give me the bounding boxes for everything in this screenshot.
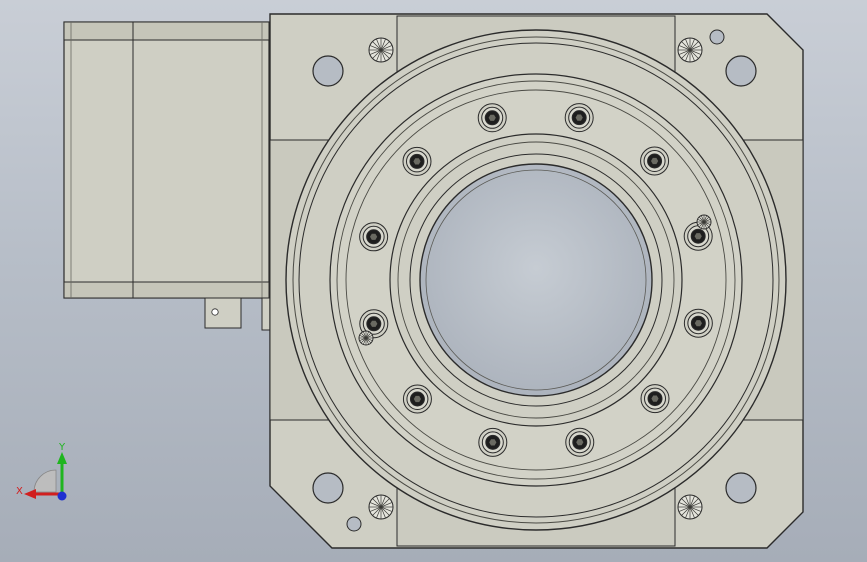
graphics-viewport[interactable]: Y X — [0, 0, 867, 562]
countersunk-screw — [677, 494, 703, 520]
bolt-hole — [683, 308, 713, 338]
countersunk-screw — [368, 494, 394, 520]
bolt-hole — [402, 384, 432, 414]
bolt-hole — [477, 103, 507, 133]
bolt-hole — [402, 146, 432, 176]
countersunk-screw — [696, 214, 712, 230]
bolt-hole — [564, 103, 594, 133]
countersunk-screw — [358, 330, 374, 346]
y-axis-label: Y — [59, 442, 66, 453]
bolt-hole — [478, 427, 508, 457]
servo-motor[interactable] — [63, 21, 271, 331]
triad-plane-icon — [33, 469, 57, 493]
z-axis-dot — [57, 491, 67, 501]
cad-model[interactable] — [0, 0, 867, 562]
coordinate-triad: Y X — [12, 440, 82, 510]
center-bore[interactable] — [419, 163, 653, 397]
countersunk-screw — [677, 37, 703, 63]
countersunk-screw — [368, 37, 394, 63]
x-axis-label: X — [16, 486, 23, 497]
bolt-hole — [640, 146, 670, 176]
triad-icon — [24, 452, 67, 501]
bolt-hole — [359, 222, 389, 252]
bolt-hole — [565, 427, 595, 457]
bolt-hole — [640, 384, 670, 414]
